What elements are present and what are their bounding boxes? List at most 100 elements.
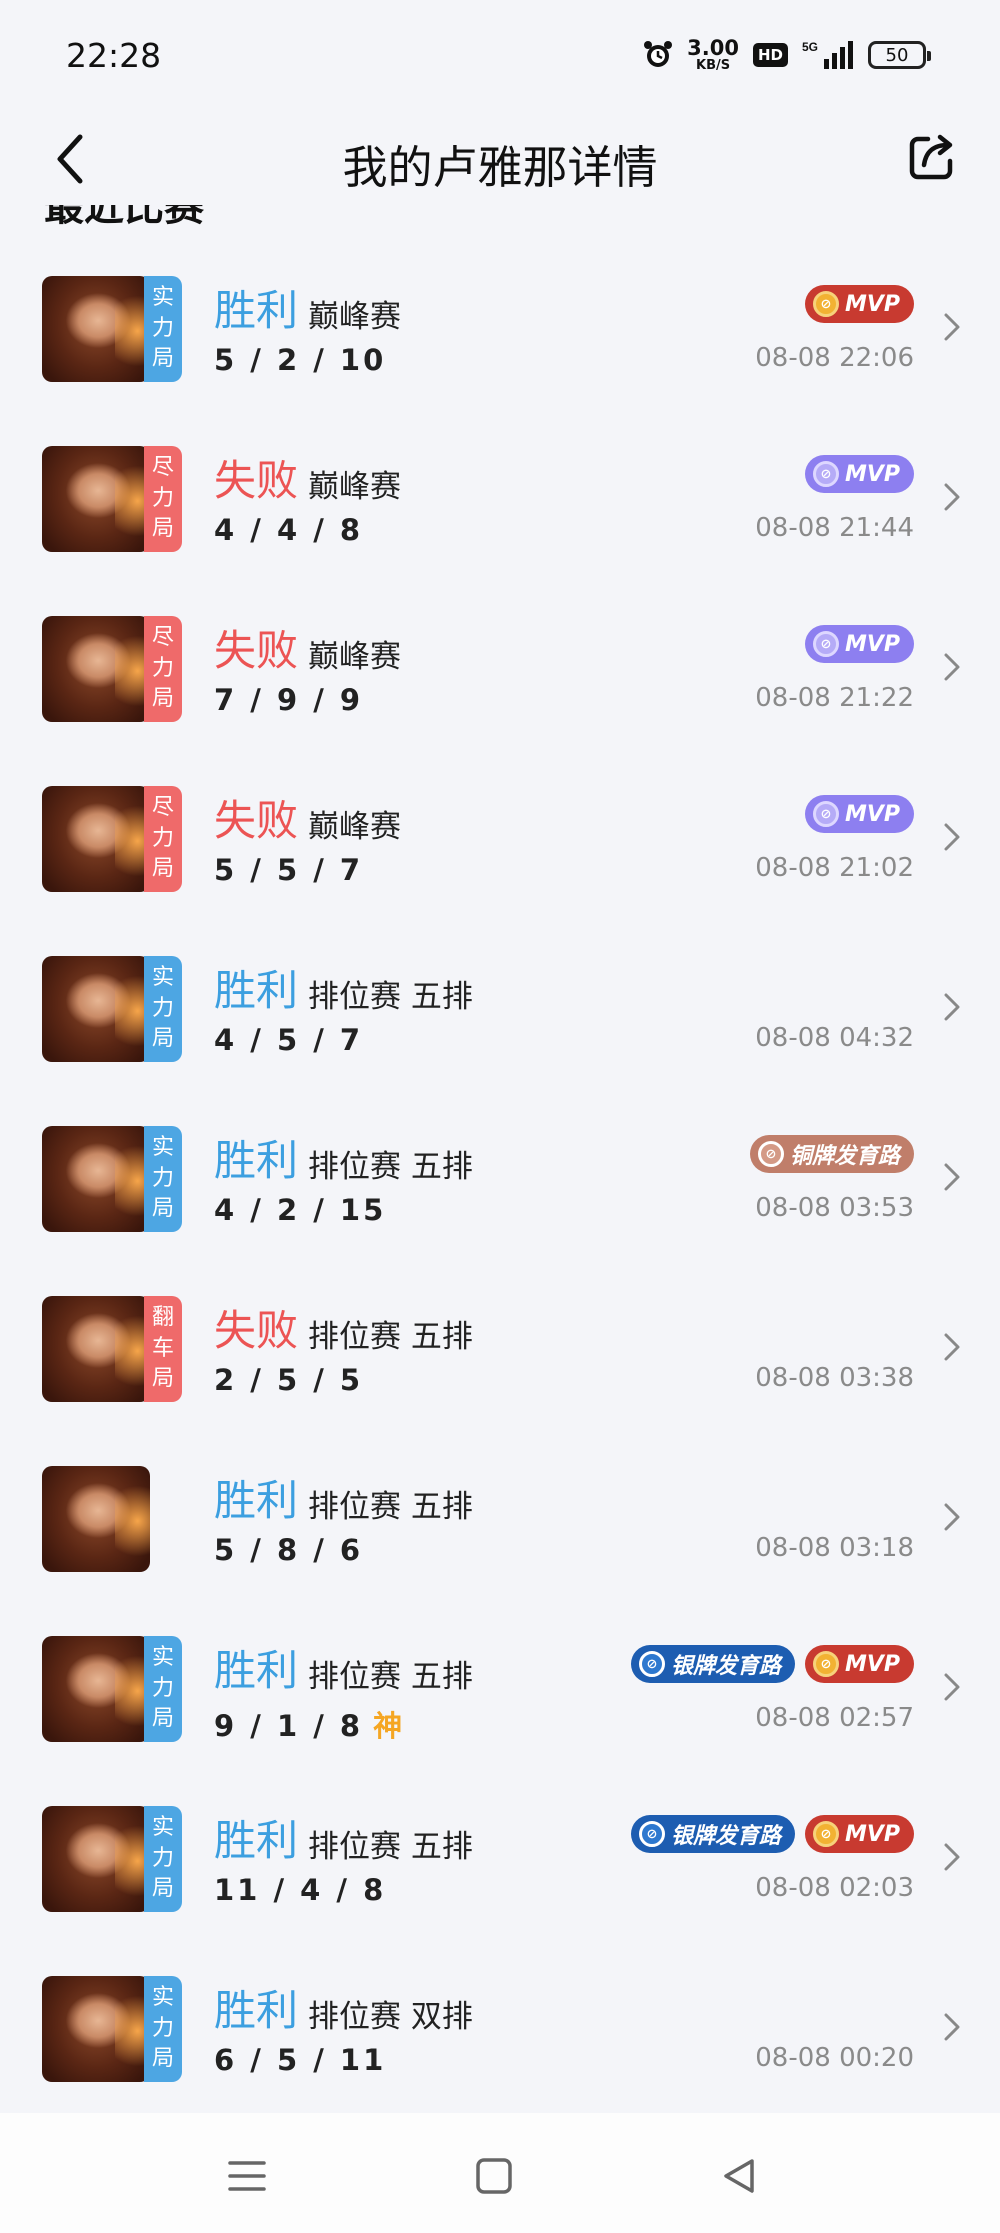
kda-value: 5 / 2 / 10 bbox=[214, 343, 387, 377]
network-speed-unit: KB/S bbox=[696, 58, 731, 73]
match-mode: 排位赛 五排 bbox=[308, 1659, 473, 1695]
hero-avatar bbox=[42, 1806, 150, 1912]
medal-icon: ⊘ bbox=[638, 1651, 665, 1677]
kda-value: 11 / 4 / 8 bbox=[214, 1873, 387, 1907]
match-time: 08-08 03:38 bbox=[755, 1363, 914, 1393]
godlike-badge: 神 bbox=[373, 1709, 403, 1743]
match-mode: 巅峰赛 bbox=[308, 809, 401, 845]
hero-avatar bbox=[42, 446, 150, 552]
performance-tag-char: 局 bbox=[151, 1366, 174, 1392]
network-speed: 3.00 KB/S bbox=[687, 38, 739, 73]
performance-tag-char: 局 bbox=[151, 1196, 174, 1222]
performance-tag: 尽力局 bbox=[144, 446, 182, 552]
performance-tag-char: 实 bbox=[151, 1814, 174, 1840]
hero-avatar bbox=[42, 276, 150, 382]
performance-tag-char: 力 bbox=[151, 995, 174, 1021]
match-row[interactable]: 实力局胜利 排位赛 五排 4 / 2 / 15 ⊘ 铜牌发育路 08-08 03:53 bbox=[0, 1083, 1000, 1253]
performance-tag-char: 实 bbox=[151, 284, 174, 310]
match-kda: 5 / 5 / 7 bbox=[214, 853, 363, 887]
performance-tag-char: 尽 bbox=[151, 454, 174, 480]
performance-tag-char: 实 bbox=[151, 1134, 174, 1160]
kda-value: 6 / 5 / 11 bbox=[214, 2043, 387, 2077]
kda-value: 9 / 1 / 8 bbox=[214, 1709, 364, 1743]
badge-label: MVP bbox=[844, 631, 900, 657]
performance-tag-char: 力 bbox=[151, 485, 174, 511]
performance-tag-char: 翻 bbox=[151, 1304, 174, 1330]
badge-label: 银牌发育路 bbox=[670, 1824, 781, 1849]
battery-level: 50 bbox=[885, 44, 909, 66]
hero-avatar-wrap: 实力局 bbox=[42, 956, 182, 1062]
match-kda: 5 / 2 / 10 bbox=[214, 343, 386, 377]
match-row[interactable]: 实力局胜利 排位赛 五排 9 / 1 / 8 神 ⊘ 银牌发育路 ⊘ MVP 08-08 02:… bbox=[0, 1593, 1000, 1763]
match-time: 08-08 04:32 bbox=[755, 1023, 914, 1053]
match-mode: 巅峰赛 bbox=[308, 469, 401, 505]
match-time: 08-08 02:03 bbox=[755, 1873, 914, 1903]
match-mode: 排位赛 双排 bbox=[308, 1999, 473, 2035]
network-type-label: 5G bbox=[802, 40, 818, 54]
performance-tag: 实力局 bbox=[144, 1976, 182, 2082]
share-icon[interactable] bbox=[906, 131, 958, 183]
match-mode: 巅峰赛 bbox=[308, 639, 401, 675]
performance-tag-char: 局 bbox=[151, 856, 174, 882]
mvp-badge: ⊘ MVP bbox=[804, 625, 914, 663]
honor-badges: ⊘ MVP bbox=[804, 453, 914, 495]
match-time: 08-08 02:57 bbox=[755, 1703, 914, 1733]
performance-tag-char: 力 bbox=[151, 315, 174, 341]
performance-tag-char: 局 bbox=[151, 686, 174, 712]
match-kda: 4 / 4 / 8 bbox=[214, 513, 363, 547]
match-row[interactable]: 胜利 排位赛 五排 5 / 8 / 6 08-08 03:18 bbox=[0, 1423, 1000, 1593]
match-time: 08-08 00:20 bbox=[755, 2043, 914, 2073]
hero-avatar-wrap: 实力局 bbox=[42, 1806, 182, 1912]
honor-badges: ⊘ 银牌发育路 ⊘ MVP bbox=[630, 1643, 914, 1685]
match-kda: 4 / 2 / 15 bbox=[214, 1193, 386, 1227]
match-mode: 排位赛 五排 bbox=[308, 1489, 473, 1525]
chevron-right-icon bbox=[944, 1163, 960, 1191]
menu-icon[interactable] bbox=[224, 2153, 270, 2199]
performance-tag: 尽力局 bbox=[144, 616, 182, 722]
match-row[interactable]: 尽力局失败 巅峰赛 4 / 4 / 8 ⊘ MVP 08-08 21:44 bbox=[0, 403, 1000, 573]
match-result: 失败 bbox=[214, 796, 299, 845]
match-time: 08-08 21:22 bbox=[755, 683, 914, 713]
match-row[interactable]: 实力局胜利 排位赛 双排 6 / 5 / 11 08-08 00:20 bbox=[0, 1933, 1000, 2103]
performance-tag: 实力局 bbox=[144, 276, 182, 382]
hero-avatar bbox=[42, 1466, 150, 1572]
performance-tag-char: 局 bbox=[151, 2046, 174, 2072]
lane-honor-badge: ⊘ 银牌发育路 bbox=[630, 1815, 795, 1853]
match-result: 失败 bbox=[214, 626, 299, 675]
app-header: 我的卢雅那详情 bbox=[0, 115, 1000, 205]
match-row[interactable]: 尽力局失败 巅峰赛 5 / 5 / 7 ⊘ MVP 08-08 21:02 bbox=[0, 743, 1000, 913]
home-square-icon[interactable] bbox=[471, 2153, 517, 2199]
match-result: 失败 bbox=[214, 1306, 299, 1355]
hero-avatar bbox=[42, 1126, 150, 1232]
page-title: 我的卢雅那详情 bbox=[342, 141, 658, 194]
kda-value: 7 / 9 / 9 bbox=[214, 683, 364, 717]
back-triangle-icon[interactable] bbox=[716, 2153, 762, 2199]
match-row[interactable]: 实力局胜利 巅峰赛 5 / 2 / 10 ⊘ MVP 08-08 22:06 bbox=[0, 233, 1000, 403]
performance-tag-char: 实 bbox=[151, 1644, 174, 1670]
match-time: 08-08 21:02 bbox=[755, 853, 914, 883]
performance-tag-char: 车 bbox=[151, 1335, 174, 1361]
performance-tag: 实力局 bbox=[144, 1636, 182, 1742]
honor-badges: ⊘ MVP bbox=[804, 793, 914, 835]
match-mode: 巅峰赛 bbox=[308, 299, 401, 335]
kda-value: 4 / 5 / 7 bbox=[214, 1023, 364, 1057]
badge-label: 铜牌发育路 bbox=[789, 1144, 900, 1169]
hero-avatar-wrap: 尽力局 bbox=[42, 616, 182, 722]
match-row[interactable]: 尽力局失败 巅峰赛 7 / 9 / 9 ⊘ MVP 08-08 21:22 bbox=[0, 573, 1000, 743]
match-row[interactable]: 翻车局失败 排位赛 五排 2 / 5 / 5 08-08 03:38 bbox=[0, 1253, 1000, 1423]
performance-tag-char: 力 bbox=[151, 1845, 174, 1871]
performance-tag-char: 局 bbox=[151, 1706, 174, 1732]
trophy-icon: ⊘ bbox=[812, 801, 839, 827]
match-kda: 5 / 8 / 6 bbox=[214, 1533, 363, 1567]
match-row[interactable]: 实力局胜利 排位赛 五排 11 / 4 / 8 ⊘ 银牌发育路 ⊘ MVP 08-08 02:… bbox=[0, 1763, 1000, 1933]
performance-tag-char: 实 bbox=[151, 1984, 174, 2010]
match-row[interactable]: 实力局胜利 排位赛 五排 4 / 5 / 7 08-08 04:32 bbox=[0, 913, 1000, 1083]
performance-tag-char: 实 bbox=[151, 964, 174, 990]
section-title: 最近比赛 bbox=[44, 205, 204, 230]
mvp-badge: ⊘ MVP bbox=[804, 1815, 914, 1853]
kda-value: 5 / 5 / 7 bbox=[214, 853, 364, 887]
chevron-right-icon bbox=[944, 483, 960, 511]
status-time: 22:28 bbox=[66, 36, 162, 75]
match-kda: 7 / 9 / 9 bbox=[214, 683, 363, 717]
lane-honor-badge: ⊘ 银牌发育路 bbox=[630, 1645, 795, 1683]
